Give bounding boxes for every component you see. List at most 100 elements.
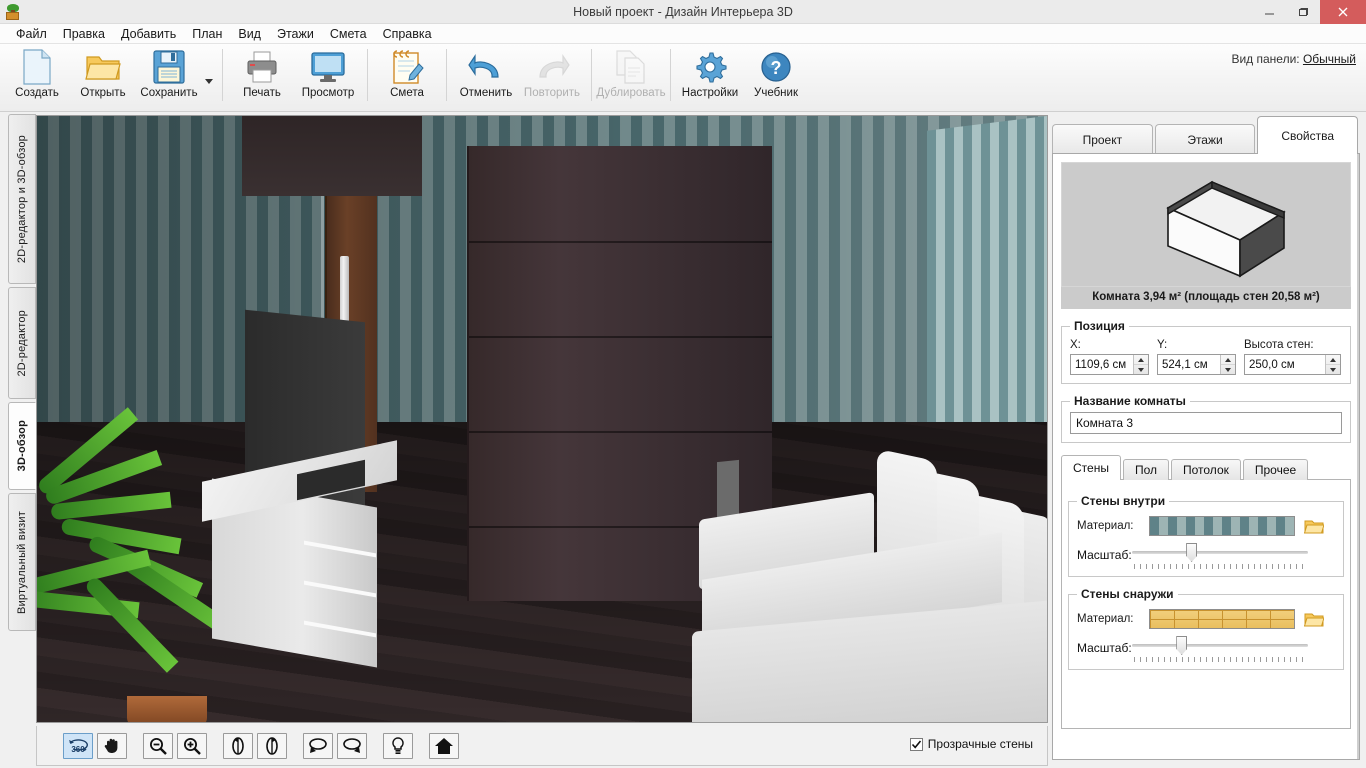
menu-item-plan[interactable]: План (184, 24, 230, 44)
wall-height-input[interactable] (1245, 355, 1325, 374)
light-bulb-icon[interactable] (383, 733, 413, 759)
preview-button[interactable]: Просмотр (295, 44, 361, 108)
inside-material-label: Материал: (1077, 520, 1149, 532)
printer-icon (244, 48, 280, 86)
position-y-stepper[interactable] (1220, 355, 1235, 374)
maximize-button[interactable] (1286, 0, 1320, 24)
menu-item-view[interactable]: Вид (230, 24, 269, 44)
tab-project[interactable]: Проект (1052, 124, 1153, 154)
tab-walls[interactable]: Стены (1061, 455, 1121, 480)
estimate-label: Смета (390, 87, 424, 99)
stepper-up-icon[interactable] (1326, 355, 1340, 365)
3d-viewport[interactable] (36, 115, 1048, 723)
stepper-down-icon[interactable] (1326, 365, 1340, 374)
menu-item-add[interactable]: Добавить (113, 24, 184, 44)
app-logo-icon (5, 4, 21, 20)
checkbox-box (910, 738, 923, 751)
open-folder-icon (85, 48, 121, 86)
undo-label: Отменить (460, 87, 513, 99)
sidebar-tab-2d-editor[interactable]: 2D-редактор (8, 287, 36, 399)
tilt-back-icon[interactable] (303, 733, 333, 759)
tab-floors[interactable]: Этажи (1155, 124, 1256, 154)
tilt-forward-icon[interactable] (337, 733, 367, 759)
tab-walls-label: Стены (1073, 461, 1109, 475)
wall-height-stepper[interactable] (1325, 355, 1340, 374)
menu-item-estimate[interactable]: Смета (322, 24, 375, 44)
room-3d-thumbnail (1061, 162, 1351, 287)
rotate-left-icon[interactable] (223, 733, 253, 759)
window-title: Новый проект - Дизайн Интерьера 3D (0, 0, 1366, 24)
position-y-spinner[interactable] (1157, 354, 1236, 375)
stepper-up-icon[interactable] (1134, 355, 1148, 365)
sidebar-tab-2d-3d[interactable]: 2D-редактор и 3D-обзор (8, 114, 36, 284)
window-controls (1252, 0, 1366, 24)
tab-other[interactable]: Прочее (1243, 459, 1308, 480)
zoom-out-icon[interactable] (143, 733, 173, 759)
rotate-right-icon[interactable] (257, 733, 287, 759)
walls-inside-legend: Стены внутри (1077, 494, 1169, 508)
transparent-walls-checkbox[interactable]: Прозрачные стены (910, 737, 1033, 751)
stepper-down-icon[interactable] (1221, 365, 1235, 374)
room-name-input[interactable] (1070, 412, 1342, 434)
position-y-field: Y: (1157, 339, 1236, 375)
sidebar-tab-2d-editor-label: 2D-редактор (16, 310, 28, 377)
position-y-label: Y: (1157, 339, 1236, 351)
new-project-button[interactable]: Создать (4, 44, 70, 108)
close-button[interactable] (1320, 0, 1366, 24)
sidebar-tab-virtual-tour[interactable]: Виртуальный визит (8, 493, 36, 631)
wall-height-field: Высота стен: (1244, 339, 1341, 375)
tab-properties[interactable]: Свойства (1257, 116, 1358, 154)
outside-material-browse-button[interactable] (1303, 609, 1325, 629)
sidebar-tab-3d-view[interactable]: 3D-обзор (8, 402, 36, 490)
estimate-button[interactable]: Смета (374, 44, 440, 108)
slider-thumb[interactable] (1176, 636, 1187, 655)
zoom-in-icon[interactable] (177, 733, 207, 759)
redo-label: Повторить (524, 87, 580, 99)
inside-material-swatch[interactable] (1149, 516, 1295, 536)
settings-button[interactable]: Настройки (677, 44, 743, 108)
position-x-stepper[interactable] (1133, 355, 1148, 374)
undo-button[interactable]: Отменить (453, 44, 519, 108)
slider-thumb[interactable] (1186, 543, 1197, 562)
position-y-input[interactable] (1158, 355, 1220, 374)
outside-scale-slider[interactable] (1132, 635, 1308, 661)
save-dropdown-arrow-icon[interactable] (202, 44, 216, 108)
tab-floor[interactable]: Пол (1123, 459, 1169, 480)
wall-height-spinner[interactable] (1244, 354, 1341, 375)
position-x-spinner[interactable] (1070, 354, 1149, 375)
menu-item-edit[interactable]: Правка (55, 24, 113, 44)
tutorial-button[interactable]: ? Учебник (743, 44, 809, 108)
inside-material-browse-button[interactable] (1303, 516, 1325, 536)
menu-item-floors[interactable]: Этажи (269, 24, 322, 44)
tab-properties-label: Свойства (1281, 129, 1334, 143)
outside-material-label: Материал: (1077, 613, 1149, 625)
minimize-button[interactable] (1252, 0, 1286, 24)
panel-scrollbar[interactable] (1357, 154, 1359, 759)
panel-view-label: Вид панели: (1231, 52, 1299, 66)
menu-item-file[interactable]: Файл (8, 24, 55, 44)
walls-outside-group: Стены снаружи Материал: Масштаб: (1068, 587, 1344, 670)
outside-material-swatch[interactable] (1149, 609, 1295, 629)
slider-ticks (1134, 564, 1306, 569)
undo-arrow-icon (468, 48, 504, 86)
stepper-up-icon[interactable] (1221, 355, 1235, 365)
new-document-icon (21, 48, 53, 86)
print-button[interactable]: Печать (229, 44, 295, 108)
pan-hand-icon[interactable] (97, 733, 127, 759)
panel-view-value-link[interactable]: Обычный (1303, 52, 1356, 66)
open-project-button[interactable]: Открыть (70, 44, 136, 108)
save-project-button[interactable]: Сохранить (136, 44, 202, 108)
home-view-icon[interactable] (429, 733, 459, 759)
menu-item-help[interactable]: Справка (375, 24, 440, 44)
stepper-down-icon[interactable] (1134, 365, 1148, 374)
orbit-360-icon[interactable]: 360 (63, 733, 93, 759)
inside-scale-slider[interactable] (1132, 542, 1308, 568)
white-dresser-cabinet[interactable] (202, 461, 397, 656)
position-x-input[interactable] (1071, 355, 1133, 374)
tab-ceiling[interactable]: Потолок (1171, 459, 1241, 480)
left-vertical-tabs: 2D-редактор и 3D-обзор 2D-редактор 3D-об… (8, 114, 36, 726)
slider-track (1132, 644, 1308, 647)
right-panel-tabs: Проект Этажи Свойства (1052, 116, 1360, 154)
white-sofa[interactable] (657, 451, 1048, 723)
panel-view-control: Вид панели: Обычный (1231, 52, 1356, 66)
